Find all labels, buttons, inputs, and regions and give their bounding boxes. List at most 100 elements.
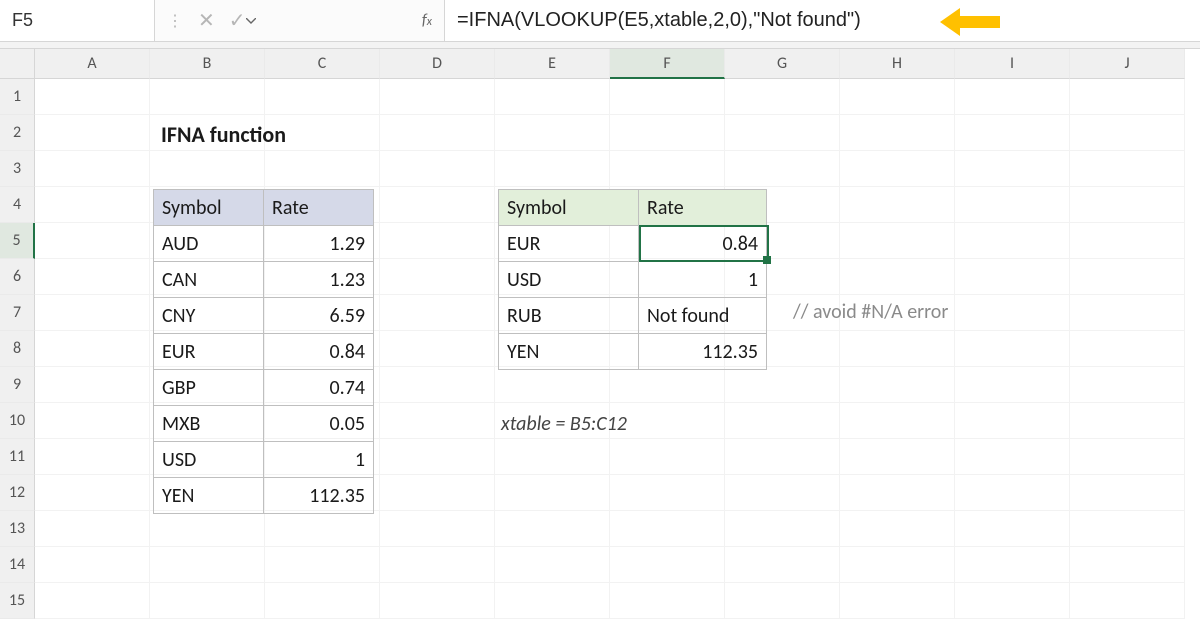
cell[interactable]: [955, 331, 1070, 367]
cell-value[interactable]: 6.59: [264, 298, 374, 334]
cell[interactable]: [1070, 403, 1185, 439]
row-header-4[interactable]: 4: [0, 187, 35, 223]
cell-value[interactable]: CAN: [154, 262, 264, 298]
cell[interactable]: [840, 187, 955, 223]
cell[interactable]: [495, 511, 610, 547]
col-header-J[interactable]: J: [1070, 49, 1185, 79]
cell-value[interactable]: 0.74: [264, 370, 374, 406]
row-header-13[interactable]: 13: [0, 511, 35, 547]
cell-value[interactable]: EUR: [499, 226, 639, 262]
row-header-6[interactable]: 6: [0, 259, 35, 295]
row-header-11[interactable]: 11: [0, 439, 35, 475]
cell[interactable]: [380, 547, 495, 583]
cell[interactable]: [35, 295, 150, 331]
cell[interactable]: [495, 547, 610, 583]
cell-value[interactable]: GBP: [154, 370, 264, 406]
cell[interactable]: [380, 331, 495, 367]
cell[interactable]: [1070, 223, 1185, 259]
cell[interactable]: [380, 295, 495, 331]
row-header-5[interactable]: 5: [0, 223, 35, 259]
cell[interactable]: [955, 367, 1070, 403]
cell-value[interactable]: 112.35: [264, 478, 374, 514]
cell[interactable]: [1070, 367, 1185, 403]
col-header-H[interactable]: H: [840, 49, 955, 79]
cell[interactable]: [1070, 115, 1185, 151]
cell[interactable]: [955, 475, 1070, 511]
cell[interactable]: [955, 403, 1070, 439]
cell[interactable]: [725, 79, 840, 115]
cell[interactable]: [725, 403, 840, 439]
cell[interactable]: [1070, 331, 1185, 367]
cell[interactable]: [35, 547, 150, 583]
cell[interactable]: [955, 295, 1070, 331]
cell[interactable]: [840, 583, 955, 619]
cell[interactable]: [150, 79, 265, 115]
row-header-8[interactable]: 8: [0, 331, 35, 367]
cell[interactable]: [955, 187, 1070, 223]
cell[interactable]: [955, 115, 1070, 151]
cell[interactable]: [1070, 547, 1185, 583]
cell-value[interactable]: 1.29: [264, 226, 374, 262]
cell[interactable]: [725, 115, 840, 151]
cell[interactable]: [1070, 583, 1185, 619]
cell-value[interactable]: YEN: [154, 478, 264, 514]
cell[interactable]: [840, 259, 955, 295]
row-header-12[interactable]: 12: [0, 475, 35, 511]
row-header-10[interactable]: 10: [0, 403, 35, 439]
cell[interactable]: [380, 223, 495, 259]
cell[interactable]: [35, 79, 150, 115]
col-header-E[interactable]: E: [495, 49, 610, 79]
cell[interactable]: [840, 547, 955, 583]
cell[interactable]: [150, 547, 265, 583]
cell[interactable]: [840, 475, 955, 511]
cell[interactable]: [840, 115, 955, 151]
cell[interactable]: [955, 439, 1070, 475]
cell[interactable]: [495, 475, 610, 511]
cell[interactable]: [610, 583, 725, 619]
col-header-G[interactable]: G: [725, 49, 840, 79]
row-header-15[interactable]: 15: [0, 583, 35, 619]
cell[interactable]: [1070, 511, 1185, 547]
cell[interactable]: [35, 583, 150, 619]
cell[interactable]: [955, 511, 1070, 547]
cancel-icon[interactable]: ✕: [198, 8, 215, 33]
cell[interactable]: [150, 583, 265, 619]
cell-value[interactable]: 112.35: [639, 334, 767, 370]
cell-value[interactable]: Not found: [639, 298, 767, 334]
col-header-D[interactable]: D: [380, 49, 495, 79]
cell[interactable]: [380, 403, 495, 439]
enter-icon[interactable]: ✓: [229, 8, 246, 33]
cell[interactable]: [840, 331, 955, 367]
cell[interactable]: [955, 79, 1070, 115]
cell[interactable]: [840, 79, 955, 115]
cell[interactable]: [840, 511, 955, 547]
cell[interactable]: [495, 439, 610, 475]
cell[interactable]: [380, 511, 495, 547]
cell[interactable]: [35, 475, 150, 511]
cell[interactable]: [495, 583, 610, 619]
cell[interactable]: [610, 79, 725, 115]
col-header-A[interactable]: A: [35, 49, 150, 79]
cell[interactable]: [495, 367, 610, 403]
cell[interactable]: [610, 547, 725, 583]
cell[interactable]: [265, 583, 380, 619]
cell[interactable]: [150, 511, 265, 547]
cell[interactable]: [725, 583, 840, 619]
cell[interactable]: [35, 511, 150, 547]
row-header-14[interactable]: 14: [0, 547, 35, 583]
cell[interactable]: [1070, 79, 1185, 115]
cell[interactable]: [955, 583, 1070, 619]
col-header-B[interactable]: B: [150, 49, 265, 79]
cell[interactable]: [725, 511, 840, 547]
cell[interactable]: [35, 187, 150, 223]
cell[interactable]: [725, 475, 840, 511]
cell-value[interactable]: 0.84: [264, 334, 374, 370]
cell[interactable]: [495, 151, 610, 187]
cell[interactable]: [265, 151, 380, 187]
fill-handle[interactable]: [763, 256, 771, 264]
formula-input[interactable]: [445, 0, 1200, 41]
cell-value[interactable]: RUB: [499, 298, 639, 334]
cell-value[interactable]: MXB: [154, 406, 264, 442]
cell[interactable]: [35, 151, 150, 187]
cell[interactable]: [35, 439, 150, 475]
